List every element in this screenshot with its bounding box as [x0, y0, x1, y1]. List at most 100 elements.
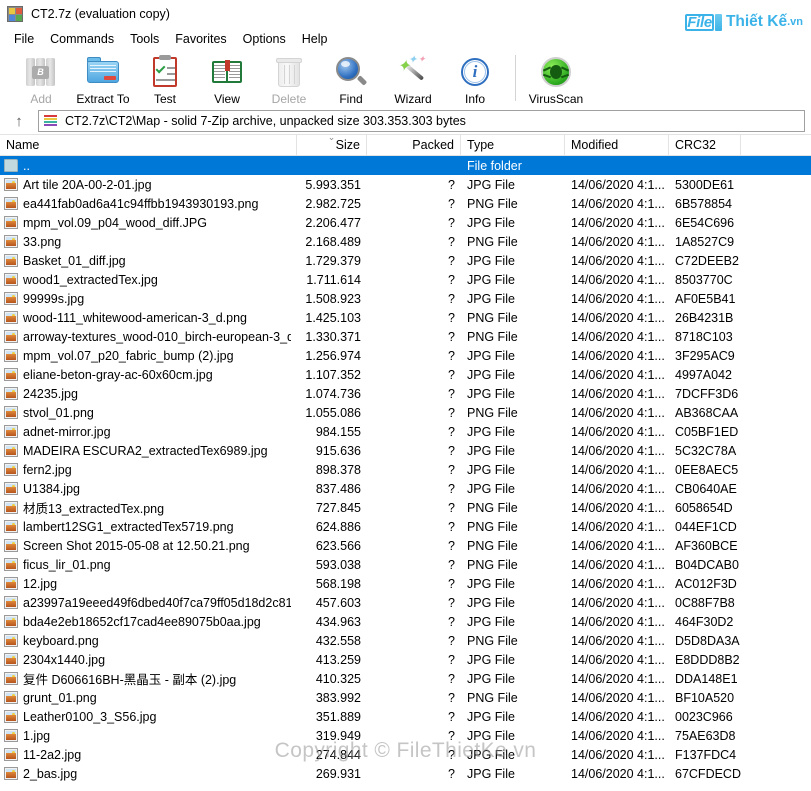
cell-size: 1.425.103 — [305, 310, 361, 325]
table-row[interactable]: 2304x1440.jpg 413.259? JPG File 14/06/2020 … — [0, 650, 811, 669]
cell-modified: 14/06/2020 4:1... — [571, 177, 665, 192]
file-name: keyboard.png — [23, 633, 99, 648]
menu-item-favorites[interactable]: Favorites — [167, 30, 234, 48]
table-row[interactable]: 1.jpg 319.949? JPG File 14/06/2020 4:1... 75… — [0, 726, 811, 745]
table-row[interactable]: U1384.jpg 837.486? JPG File 14/06/2020 4:1.… — [0, 479, 811, 498]
cell-size: 2.982.725 — [305, 196, 361, 211]
table-row[interactable]: grunt_01.png 383.992? PNG File 14/06/2020 4… — [0, 688, 811, 707]
cell-size: 623.566 — [315, 538, 361, 553]
table-row[interactable]: 33.png 2.168.489? PNG File 14/06/2020 4:1..… — [0, 232, 811, 251]
table-row[interactable]: mpm_vol.09_p04_wood_diff.JPG 2.206.477? JP… — [0, 213, 811, 232]
up-arrow-icon[interactable]: ↑ — [4, 110, 34, 132]
table-row[interactable]: MADEIRA ESCURA2_extractedTex6989.jpg 915.… — [0, 441, 811, 460]
column-header-crc32[interactable]: CRC32 — [669, 135, 741, 155]
table-row[interactable]: Leather0100_3_S56.jpg 351.889? JPG File 14/… — [0, 707, 811, 726]
image-file-icon — [4, 292, 18, 305]
cell-type: JPG File — [467, 424, 515, 439]
cell-crc32: 464F30D2 — [675, 614, 734, 629]
cell-size: 383.992 — [315, 690, 361, 705]
cell-name: mpm_vol.09_p04_wood_diff.JPG — [0, 216, 297, 230]
cell-packed: ? — [448, 519, 455, 534]
file-name: lambert12SG1_extractedTex5719.png — [23, 519, 234, 534]
image-file-icon — [4, 387, 18, 400]
cell-modified: 14/06/2020 4:1... — [571, 557, 665, 572]
cell-name: Screen Shot 2015-05-08 at 12.50.21.png — [0, 539, 297, 553]
image-file-icon — [4, 368, 18, 381]
column-header-crc32-label: CRC32 — [675, 138, 716, 152]
menu-item-help[interactable]: Help — [294, 30, 336, 48]
table-row[interactable]: ea441fab0ad6a41c94ffbb1943930193.png 2.98… — [0, 194, 811, 213]
cell-type: PNG File — [467, 234, 518, 249]
add-button[interactable]: B Add — [10, 53, 72, 106]
table-row[interactable]: 99999s.jpg 1.508.923? JPG File 14/06/2020 4… — [0, 289, 811, 308]
menu-item-options[interactable]: Options — [235, 30, 294, 48]
wizard-button[interactable]: ✦ ✦ ✦ Wizard — [382, 53, 444, 107]
file-name: 2_bas.jpg — [23, 766, 78, 781]
cell-packed: ? — [448, 766, 455, 781]
column-header-packed[interactable]: Packed — [367, 135, 461, 155]
menu-item-tools[interactable]: Tools — [122, 30, 167, 48]
cell-packed: ? — [448, 500, 455, 515]
table-row[interactable]: 11-2a2.jpg 274.844? JPG File 14/06/2020 4:1… — [0, 745, 811, 764]
cell-packed: ? — [448, 348, 455, 363]
image-file-icon — [4, 520, 18, 533]
table-row[interactable]: mpm_vol.07_p20_fabric_bump (2).jpg 1.256.… — [0, 346, 811, 365]
table-row[interactable]: bda4e2eb18652cf17cad4ee89075b0aa.jpg 434.… — [0, 612, 811, 631]
cell-size: 1.330.371 — [305, 329, 361, 344]
file-name: .. — [23, 158, 30, 173]
table-row[interactable]: 材质13_extractedTex.png 727.845? PNG File 14/… — [0, 498, 811, 517]
table-row[interactable]: ficus_lir_01.png 593.038? PNG File 14/06/20… — [0, 555, 811, 574]
table-row[interactable]: 复件 D606616BH-黑晶玉 - 副本 (2).jpg 410.325? JPG… — [0, 669, 811, 688]
delete-button-label: Delete — [271, 92, 307, 106]
table-row[interactable]: eliane-beton-gray-ac-60x60cm.jpg 1.107.35… — [0, 365, 811, 384]
virusscan-button[interactable]: VirusScan — [525, 53, 587, 106]
table-row[interactable]: lambert12SG1_extractedTex5719.png 624.886… — [0, 517, 811, 536]
delete-button[interactable]: Delete — [258, 53, 320, 106]
extract-to-button[interactable]: Extract To — [72, 53, 134, 106]
column-header-name[interactable]: Name — [0, 135, 297, 155]
table-row[interactable]: 12.jpg 568.198? JPG File 14/06/2020 4:1... A… — [0, 574, 811, 593]
table-row[interactable]: a23997a19eeed49f6dbed40f7ca79ff05d18d2c8… — [0, 593, 811, 612]
table-row[interactable]: adnet-mirror.jpg 984.155? JPG File 14/06/20… — [0, 422, 811, 441]
find-button[interactable]: Find — [320, 53, 382, 106]
column-header-size[interactable]: ⌄ Size — [297, 133, 367, 155]
menu-item-commands[interactable]: Commands — [42, 30, 122, 48]
add-archive-icon: B — [24, 55, 58, 89]
cell-type: PNG File — [467, 196, 518, 211]
table-row[interactable]: .. File folder — [0, 156, 811, 175]
table-row[interactable]: stvol_01.png 1.055.086? PNG File 14/06/2020… — [0, 403, 811, 422]
table-row[interactable]: 2_bas.jpg 269.931? JPG File 14/06/2020 4:1.… — [0, 764, 811, 783]
view-button[interactable]: View — [196, 53, 258, 106]
table-row[interactable]: keyboard.png 432.558? PNG File 14/06/2020 4… — [0, 631, 811, 650]
column-header-type[interactable]: Type — [461, 135, 565, 155]
cell-modified: 14/06/2020 4:1... — [571, 709, 665, 724]
table-row[interactable]: arroway-textures_wood-010_birch-european… — [0, 327, 811, 346]
table-row[interactable]: Screen Shot 2015-05-08 at 12.50.21.png 62… — [0, 536, 811, 555]
cell-packed: ? — [448, 177, 455, 192]
image-file-icon — [4, 653, 18, 666]
image-file-icon — [4, 482, 18, 495]
table-row[interactable]: fern2.jpg 898.378? JPG File 14/06/2020 4:1.… — [0, 460, 811, 479]
folder-icon — [4, 159, 18, 172]
menu-item-file[interactable]: File — [6, 30, 42, 48]
cell-modified: 14/06/2020 4:1... — [571, 538, 665, 553]
cell-crc32: BF10A520 — [675, 690, 735, 705]
table-row[interactable]: Art tile 20A-00-2-01.jpg 5.993.351? JPG Fi… — [0, 175, 811, 194]
logo-bar-icon — [714, 13, 722, 31]
cell-name: eliane-beton-gray-ac-60x60cm.jpg — [0, 368, 297, 382]
info-button[interactable]: i Info — [444, 53, 506, 106]
cell-crc32: 7DCFF3D6 — [675, 386, 739, 401]
table-row[interactable]: 24235.jpg 1.074.736? JPG File 14/06/2020 4:… — [0, 384, 811, 403]
cell-modified: 14/06/2020 4:1... — [571, 595, 665, 610]
cell-type: JPG File — [467, 462, 515, 477]
path-field[interactable]: CT2.7z\CT2\Map - solid 7-Zip archive, un… — [38, 110, 805, 132]
file-list[interactable]: .. File folder Art tile 20A-00-2-01.jpg 5.9… — [0, 156, 811, 783]
column-header-modified[interactable]: Modified — [565, 135, 669, 155]
table-row[interactable]: wood-111_whitewood-american-3_d.png 1.425… — [0, 308, 811, 327]
cell-size: 1.508.923 — [305, 291, 361, 306]
column-header-packed-label: Packed — [412, 138, 454, 152]
table-row[interactable]: Basket_01_diff.jpg 1.729.379? JPG File 14/0… — [0, 251, 811, 270]
test-button[interactable]: Test — [134, 53, 196, 106]
cell-name: wood-111_whitewood-american-3_d.png — [0, 311, 297, 325]
table-row[interactable]: wood1_extractedTex.jpg 1.711.614? JPG File… — [0, 270, 811, 289]
